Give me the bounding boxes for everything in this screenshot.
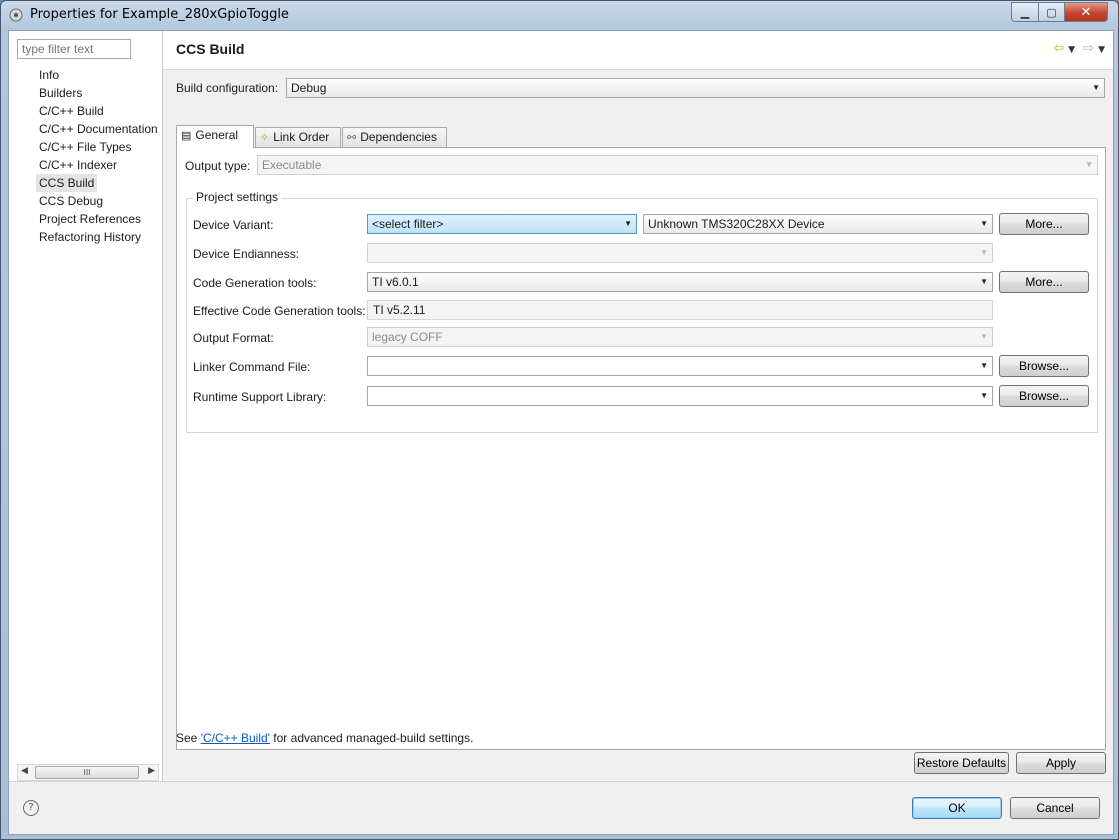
sidebar-item-cpp-indexer[interactable]: C/C++ Indexer xyxy=(36,156,162,174)
cgt-select[interactable]: TI v6.0.1 ▼ xyxy=(367,272,993,292)
back-arrow-icon[interactable]: ⇦ xyxy=(1053,41,1064,56)
output-type-select: Executable ▼ xyxy=(257,155,1098,175)
output-format-value: legacy COFF xyxy=(372,330,443,344)
tab-general-label: General xyxy=(195,128,239,142)
help-icon[interactable]: ? xyxy=(23,800,39,816)
sidebar-item-ccs-build[interactable]: CCS Build xyxy=(36,174,98,192)
cgt-value: TI v6.0.1 xyxy=(372,275,419,289)
footer-divider xyxy=(9,781,1113,782)
runtime-lib-browse-button[interactable]: Browse... xyxy=(999,385,1089,407)
device-endianness-select: ▼ xyxy=(367,243,993,263)
linker-cmd-browse-button[interactable]: Browse... xyxy=(999,355,1089,377)
output-format-select: legacy COFF ▼ xyxy=(367,327,993,347)
scroll-left-icon[interactable]: ◀ xyxy=(21,766,28,776)
advanced-settings-note: See 'C/C++ Build' for advanced managed-b… xyxy=(176,731,473,745)
build-configuration-select[interactable]: Debug ▼ xyxy=(286,78,1105,98)
tab-dependencies-label: Dependencies xyxy=(360,130,437,144)
cancel-button[interactable]: Cancel xyxy=(1010,797,1100,819)
build-configuration-label: Build configuration: xyxy=(176,81,279,95)
sidebar-item-info[interactable]: Info xyxy=(36,66,162,84)
chevron-down-icon: ▼ xyxy=(980,391,988,400)
sidebar-item-refactoring-history[interactable]: Refactoring History xyxy=(36,228,162,246)
dependencies-icon: ⚯ xyxy=(347,132,357,144)
history-nav: ⇦ ▼ ⇨ ▼ xyxy=(1049,41,1105,56)
linker-cmd-label: Linker Command File: xyxy=(193,360,311,374)
cgt-label: Code Generation tools: xyxy=(193,276,317,290)
maximize-button[interactable]: ▢ xyxy=(1038,2,1065,22)
output-type-value: Executable xyxy=(262,158,322,172)
tab-general[interactable]: ▤ General xyxy=(176,125,254,148)
cgt-more-button[interactable]: More... xyxy=(999,271,1089,293)
scroll-right-icon[interactable]: ▶ xyxy=(148,766,155,776)
note-suffix: for advanced managed-build settings. xyxy=(269,731,474,745)
build-configuration-value: Debug xyxy=(291,81,327,95)
dialog-client-area: Info Builders C/C++ Build C/C++ Document… xyxy=(8,30,1114,835)
property-page-tree: Info Builders C/C++ Build C/C++ Document… xyxy=(9,31,163,781)
tab-link-order-label: Link Order xyxy=(273,130,330,144)
chevron-down-icon: ▼ xyxy=(624,219,632,228)
forward-menu-icon[interactable]: ▼ xyxy=(1098,45,1105,55)
tab-dependencies[interactable]: ⚯ Dependencies xyxy=(342,127,447,147)
scroll-thumb[interactable]: III xyxy=(35,766,139,779)
linker-cmd-select[interactable]: ▼ xyxy=(367,356,993,376)
sidebar-item-cpp-documentation[interactable]: C/C++ Documentation xyxy=(36,120,162,138)
output-type-label: Output type: xyxy=(185,159,251,173)
sidebar-item-builders[interactable]: Builders xyxy=(36,84,162,102)
device-endianness-label: Device Endianness: xyxy=(193,247,300,261)
device-variant-filter-select[interactable]: <select filter> ▼ xyxy=(367,214,637,234)
ok-button[interactable]: OK xyxy=(912,797,1002,819)
forward-arrow-icon[interactable]: ⇨ xyxy=(1083,41,1094,56)
property-page-list: Info Builders C/C++ Build C/C++ Document… xyxy=(36,66,162,246)
restore-defaults-button[interactable]: Restore Defaults xyxy=(914,752,1009,774)
device-variant-select[interactable]: Unknown TMS320C28XX Device ▼ xyxy=(643,214,993,234)
chevron-down-icon: ▼ xyxy=(980,332,988,341)
sidebar-item-cpp-build[interactable]: C/C++ Build xyxy=(36,102,162,120)
table-icon: ▤ xyxy=(181,130,192,142)
output-format-label: Output Format: xyxy=(193,331,274,345)
properties-dialog: Properties for Example_280xGpioToggle ▁ … xyxy=(0,0,1119,840)
chevron-down-icon: ▼ xyxy=(1092,83,1100,92)
runtime-lib-label: Runtime Support Library: xyxy=(193,390,327,404)
device-variant-filter-value: <select filter> xyxy=(372,217,444,231)
close-button[interactable]: ✕ xyxy=(1064,2,1108,22)
note-prefix: See xyxy=(176,731,201,745)
effective-cgt-label: Effective Code Generation tools: xyxy=(193,304,366,318)
sidebar-item-project-references[interactable]: Project References xyxy=(36,210,162,228)
filter-input[interactable] xyxy=(17,39,131,59)
page-title: CCS Build xyxy=(176,41,245,57)
device-variant-label: Device Variant: xyxy=(193,218,274,232)
page-header: CCS Build ⇦ ▼ ⇨ ▼ xyxy=(163,31,1113,70)
project-settings-title: Project settings xyxy=(193,190,282,204)
cpp-build-link[interactable]: 'C/C++ Build' xyxy=(201,731,270,745)
sidebar-item-ccs-debug[interactable]: CCS Debug xyxy=(36,192,162,210)
chevron-down-icon: ▼ xyxy=(980,248,988,257)
tab-link-order[interactable]: ✧ Link Order xyxy=(255,127,341,147)
general-tab-panel: Output type: Executable ▼ Project settin… xyxy=(176,147,1106,750)
back-menu-icon[interactable]: ▼ xyxy=(1068,45,1075,55)
title-bar[interactable]: Properties for Example_280xGpioToggle ▁ … xyxy=(1,1,1118,29)
effective-cgt-field: TI v5.2.11 xyxy=(367,300,993,320)
app-icon xyxy=(9,8,23,22)
apply-button[interactable]: Apply xyxy=(1016,752,1106,774)
chevron-down-icon: ▼ xyxy=(980,277,988,286)
sidebar-item-cpp-file-types[interactable]: C/C++ File Types xyxy=(36,138,162,156)
chevron-down-icon: ▼ xyxy=(1085,160,1093,169)
minimize-button[interactable]: ▁ xyxy=(1011,2,1039,22)
window-title: Properties for Example_280xGpioToggle xyxy=(30,7,289,22)
runtime-lib-select[interactable]: ▼ xyxy=(367,386,993,406)
chevron-down-icon: ▼ xyxy=(980,219,988,228)
link-order-icon: ✧ xyxy=(260,132,270,144)
device-variant-value: Unknown TMS320C28XX Device xyxy=(648,217,825,231)
chevron-down-icon: ▼ xyxy=(980,361,988,370)
horizontal-scrollbar[interactable]: ◀ III ▶ xyxy=(17,764,159,781)
device-variant-more-button[interactable]: More... xyxy=(999,213,1089,235)
